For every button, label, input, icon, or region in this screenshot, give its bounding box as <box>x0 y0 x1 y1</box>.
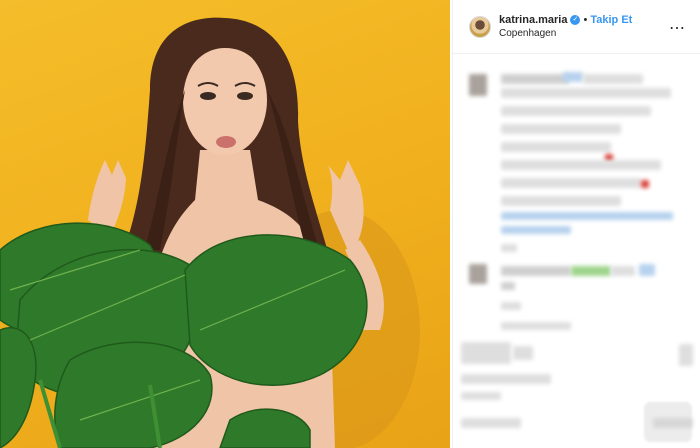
caption-line <box>501 106 651 116</box>
caption-line <box>563 72 583 82</box>
watermark-logo <box>644 402 692 442</box>
location-link[interactable]: Copenhagen <box>499 27 632 41</box>
more-options-icon[interactable]: ⋯ <box>669 18 686 38</box>
caption-line <box>501 196 621 206</box>
caption-emoji <box>641 180 649 188</box>
likes-line <box>461 374 551 384</box>
caption-line <box>501 160 661 170</box>
user-info: katrina.maria ✓ • Takip Et Copenhagen <box>499 13 632 41</box>
comment-time <box>501 302 521 310</box>
comment-line <box>501 322 571 330</box>
caption-line <box>501 88 671 98</box>
add-comment-line <box>461 418 521 428</box>
likes-line <box>461 342 511 364</box>
caption-line <box>501 74 569 84</box>
post-photo[interactable] <box>0 0 450 448</box>
caption-line <box>501 178 641 188</box>
follow-button[interactable]: Takip Et <box>590 13 632 27</box>
comments-area <box>453 62 700 448</box>
avatar[interactable] <box>469 15 491 38</box>
likes-line <box>513 346 533 360</box>
username-link[interactable]: katrina.maria <box>499 13 567 27</box>
comment-line <box>639 264 655 276</box>
caption-time <box>501 244 517 252</box>
comment-line <box>501 266 571 276</box>
comment-avatar <box>469 264 487 284</box>
separator-dot: • <box>583 13 588 26</box>
caption-hashtags <box>501 212 673 220</box>
caption-line <box>501 124 621 134</box>
caption-line <box>583 74 643 84</box>
bookmark-icon <box>679 344 693 366</box>
caption-hashtags <box>501 226 571 234</box>
caption-line <box>501 142 611 152</box>
post-details-panel: katrina.maria ✓ • Takip Et Copenhagen ⋯ <box>452 0 700 448</box>
timestamp-line <box>461 392 501 400</box>
caption-avatar <box>469 74 487 96</box>
comment-line <box>571 266 611 276</box>
comment-line <box>611 266 635 276</box>
verified-badge-icon: ✓ <box>570 14 581 25</box>
comment-line <box>501 282 515 290</box>
post-header: katrina.maria ✓ • Takip Et Copenhagen ⋯ <box>453 0 700 54</box>
post-image <box>0 17 420 448</box>
